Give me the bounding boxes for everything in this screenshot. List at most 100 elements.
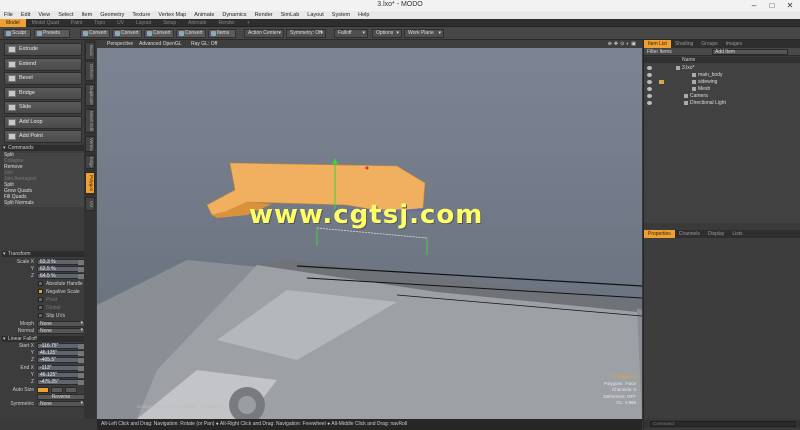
item-list-tab[interactable]: Shading — [671, 40, 697, 48]
maximize-icon[interactable]: □ — [764, 0, 780, 11]
falloff-dropdown[interactable]: Falloff — [334, 29, 368, 38]
convert-button-1[interactable]: Convert — [80, 29, 110, 38]
properties-tab[interactable]: Properties — [644, 230, 675, 238]
add-item-dropdown[interactable]: Add Item — [712, 49, 788, 55]
start-z-field[interactable]: -405.5" — [37, 357, 85, 363]
menu-item[interactable]: Help — [354, 11, 373, 19]
menu-item[interactable]: Animate — [190, 11, 218, 19]
normal-dropdown[interactable]: None — [37, 328, 85, 334]
menu-item[interactable]: File — [0, 11, 17, 19]
scale-x-field[interactable]: 63.3 % — [37, 259, 85, 265]
item-list-tab[interactable]: Images — [722, 40, 746, 48]
menu-item[interactable]: Select — [54, 11, 77, 19]
absolute-handle-checkbox[interactable] — [38, 281, 43, 286]
menu-item[interactable]: Dynamics — [218, 11, 250, 19]
presets-button[interactable]: Presets — [34, 29, 70, 38]
close-icon[interactable]: ✕ — [782, 0, 798, 11]
item-list-tab[interactable]: Item List — [644, 40, 671, 48]
layout-tab[interactable]: Paint — [65, 19, 88, 27]
pivot-checkbox[interactable] — [38, 297, 43, 302]
menu-item[interactable]: Render — [251, 11, 277, 19]
start-y-field[interactable]: 46.125" — [37, 350, 85, 356]
end-z-field[interactable]: -475.25" — [37, 379, 85, 385]
item-list-tab[interactable]: Groups — [697, 40, 721, 48]
layout-tab[interactable]: Model — [0, 19, 26, 27]
tool-button[interactable]: Extrude — [4, 43, 82, 56]
tool-button[interactable]: Slide — [4, 101, 82, 114]
auto-size-y-button[interactable] — [51, 387, 63, 393]
tool-button[interactable]: Bridge — [4, 86, 82, 100]
command-item[interactable]: Remove — [4, 164, 84, 171]
3d-viewport[interactable]: Perspective Advanced OpenGL Ray GL: Off … — [97, 40, 642, 419]
slip-uvs-checkbox[interactable] — [38, 313, 43, 318]
sculpt-button[interactable]: Sculpt — [3, 29, 31, 38]
convert-button-4[interactable]: Convert — [176, 29, 206, 38]
auto-size-x-button[interactable] — [37, 387, 49, 393]
menu-item[interactable]: Edit — [17, 11, 34, 19]
global-checkbox[interactable] — [38, 305, 43, 310]
visibility-eye-icon[interactable] — [647, 66, 652, 70]
start-x-field[interactable]: -116.75" — [37, 343, 85, 349]
tool-category-tab[interactable]: Mesh Edit — [85, 109, 95, 133]
visibility-eye-icon[interactable] — [647, 101, 652, 105]
tree-row[interactable]: 3.lxo* — [644, 65, 800, 71]
tool-category-tab[interactable]: Vertex — [85, 136, 95, 152]
scale-z-field[interactable]: 64.5 % — [37, 273, 85, 279]
tool-category-tab[interactable]: Deform — [85, 61, 95, 81]
symmetric-dropdown[interactable]: None — [37, 401, 85, 407]
linear-falloff-header[interactable]: Linear Falloff — [2, 336, 84, 342]
auto-size-z-button[interactable] — [65, 387, 77, 393]
menu-item[interactable]: Geometry — [96, 11, 128, 19]
layout-tab[interactable]: Model Quad — [26, 19, 65, 27]
filter-items-button[interactable]: Filter Items — [647, 49, 672, 55]
visibility-eye-icon[interactable] — [647, 87, 652, 91]
command-input[interactable]: Command — [650, 421, 796, 427]
layout-tab[interactable]: Setup — [157, 19, 182, 27]
reverse-button[interactable]: Reverse — [37, 394, 85, 400]
properties-tab[interactable]: Lists — [728, 230, 746, 238]
properties-tab[interactable]: Channels — [675, 230, 704, 238]
tree-row[interactable]: Camera — [644, 93, 800, 99]
tool-button[interactable]: Bevel — [4, 72, 82, 85]
menu-item[interactable]: System — [328, 11, 354, 19]
properties-tab[interactable]: Display — [704, 230, 728, 238]
action-center-dropdown[interactable]: Action Center — [244, 29, 284, 38]
convert-button-2[interactable]: Convert — [112, 29, 142, 38]
lock-icon[interactable] — [659, 80, 664, 84]
symmetry-dropdown[interactable]: Symmetry: Off — [286, 29, 326, 38]
tool-button[interactable]: Extend — [4, 57, 82, 71]
layout-tab[interactable]: UV — [111, 19, 130, 27]
layout-tab[interactable]: Animate — [182, 19, 212, 27]
tool-category-tab[interactable]: UV — [85, 197, 95, 211]
tool-category-tab[interactable]: Polygon — [85, 172, 95, 194]
menu-item[interactable]: View — [34, 11, 54, 19]
menu-item[interactable]: Item — [77, 11, 96, 19]
menu-item[interactable]: SimLab — [277, 11, 304, 19]
tool-button[interactable]: Add Point — [4, 130, 82, 143]
tree-row[interactable]: Mesh — [644, 86, 800, 92]
options-dropdown[interactable]: Options — [372, 29, 402, 38]
work-plane-dropdown[interactable]: Work Plane — [404, 29, 444, 38]
layout-tab[interactable]: + — [241, 19, 256, 27]
items-button[interactable]: Items — [208, 29, 236, 38]
end-x-field[interactable]: -113" — [37, 365, 85, 371]
layout-tab[interactable]: Render — [213, 19, 241, 27]
commands-header[interactable]: Commands — [2, 145, 84, 151]
tool-category-tab[interactable]: Duplicate — [85, 84, 95, 106]
transform-header[interactable]: Transform — [2, 251, 84, 257]
visibility-eye-icon[interactable] — [647, 73, 652, 77]
menu-item[interactable]: Vertex Map — [154, 11, 190, 19]
command-item[interactable]: Split Normals — [4, 200, 84, 207]
morph-dropdown[interactable]: None — [37, 321, 85, 327]
layout-tab[interactable]: Topo — [88, 19, 111, 27]
tree-row[interactable]: Directional Light — [644, 100, 800, 106]
convert-button-3[interactable]: Convert — [144, 29, 174, 38]
visibility-eye-icon[interactable] — [647, 94, 652, 98]
tree-row[interactable]: main_body — [644, 72, 800, 78]
layout-tab[interactable]: Layout — [130, 19, 157, 27]
tool-category-tab[interactable]: Edge — [85, 155, 95, 169]
tree-row[interactable]: sidewing — [644, 79, 800, 85]
menu-item[interactable]: Layout — [303, 11, 328, 19]
tool-button[interactable]: Add Loop — [4, 115, 82, 129]
command-item[interactable]: Join Averaged — [4, 176, 84, 183]
